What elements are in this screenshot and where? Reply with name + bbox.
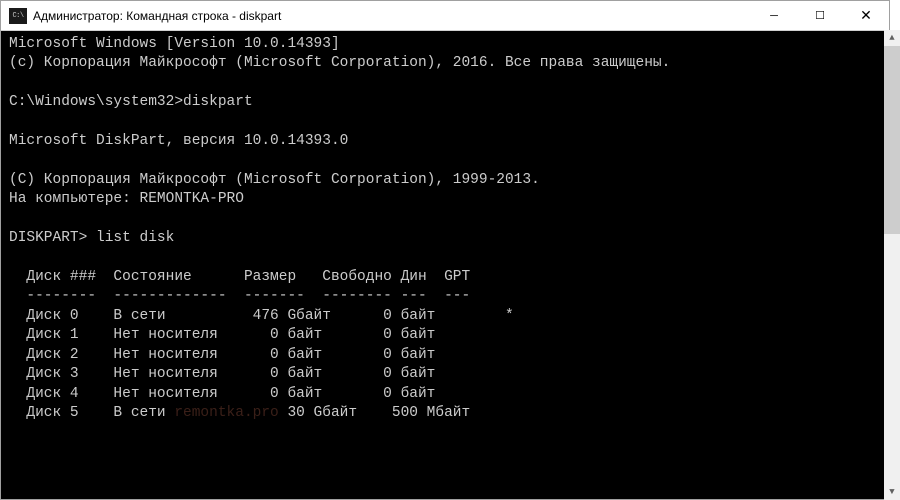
table-row: Диск 0 В сети 476 Gбайт 0 байт *	[9, 308, 514, 324]
table-row: Диск 2 Нет носителя 0 байт 0 байт	[9, 347, 435, 363]
table-header: Диск ### Состояние Размер Свободно Дин G…	[9, 269, 470, 285]
scroll-up-icon[interactable]: ▲	[884, 30, 900, 46]
close-button[interactable]: ✕	[843, 1, 889, 30]
table-divider: -------- ------------- ------- -------- …	[9, 288, 470, 304]
line-version: Microsoft Windows [Version 10.0.14393]	[9, 36, 340, 52]
table-row: Диск 5 В сети remontka.pro 30 Gбайт 500 …	[9, 405, 470, 421]
window-title: Администратор: Командная строка - diskpa…	[33, 9, 751, 23]
watermark-text: remontka.pro	[174, 405, 278, 421]
cmd-icon: C:\	[9, 8, 27, 24]
scrollbar-thumb[interactable]	[884, 46, 900, 234]
scroll-down-icon[interactable]: ▼	[884, 484, 900, 500]
line-diskpart-copyright: (C) Корпорация Майкрософт (Microsoft Cor…	[9, 172, 540, 188]
console-window: C:\ Администратор: Командная строка - di…	[0, 0, 890, 500]
titlebar[interactable]: C:\ Администратор: Командная строка - di…	[1, 1, 889, 31]
table-row: Диск 1 Нет носителя 0 байт 0 байт	[9, 327, 435, 343]
line-copyright: (c) Корпорация Майкрософт (Microsoft Cor…	[9, 55, 670, 71]
line-computer-name: На компьютере: REMONTKA-PRO	[9, 191, 244, 207]
minimize-button[interactable]: ─	[751, 1, 797, 30]
line-prompt-diskpart: C:\Windows\system32>diskpart	[9, 94, 253, 110]
row5-right: 30 Gбайт 500 Mбайт	[279, 405, 470, 421]
table-row: Диск 4 Нет носителя 0 байт 0 байт	[9, 386, 435, 402]
line-diskpart-version: Microsoft DiskPart, версия 10.0.14393.0	[9, 133, 348, 149]
vertical-scrollbar[interactable]: ▲ ▼	[884, 30, 900, 500]
terminal-area[interactable]: Microsoft Windows [Version 10.0.14393] (…	[1, 31, 889, 499]
window-controls: ─ ☐ ✕	[751, 1, 889, 30]
row5-left: Диск 5 В сети	[9, 405, 174, 421]
table-row: Диск 3 Нет носителя 0 байт 0 байт	[9, 366, 435, 382]
maximize-button[interactable]: ☐	[797, 1, 843, 30]
line-prompt-listdisk: DISKPART> list disk	[9, 230, 174, 246]
